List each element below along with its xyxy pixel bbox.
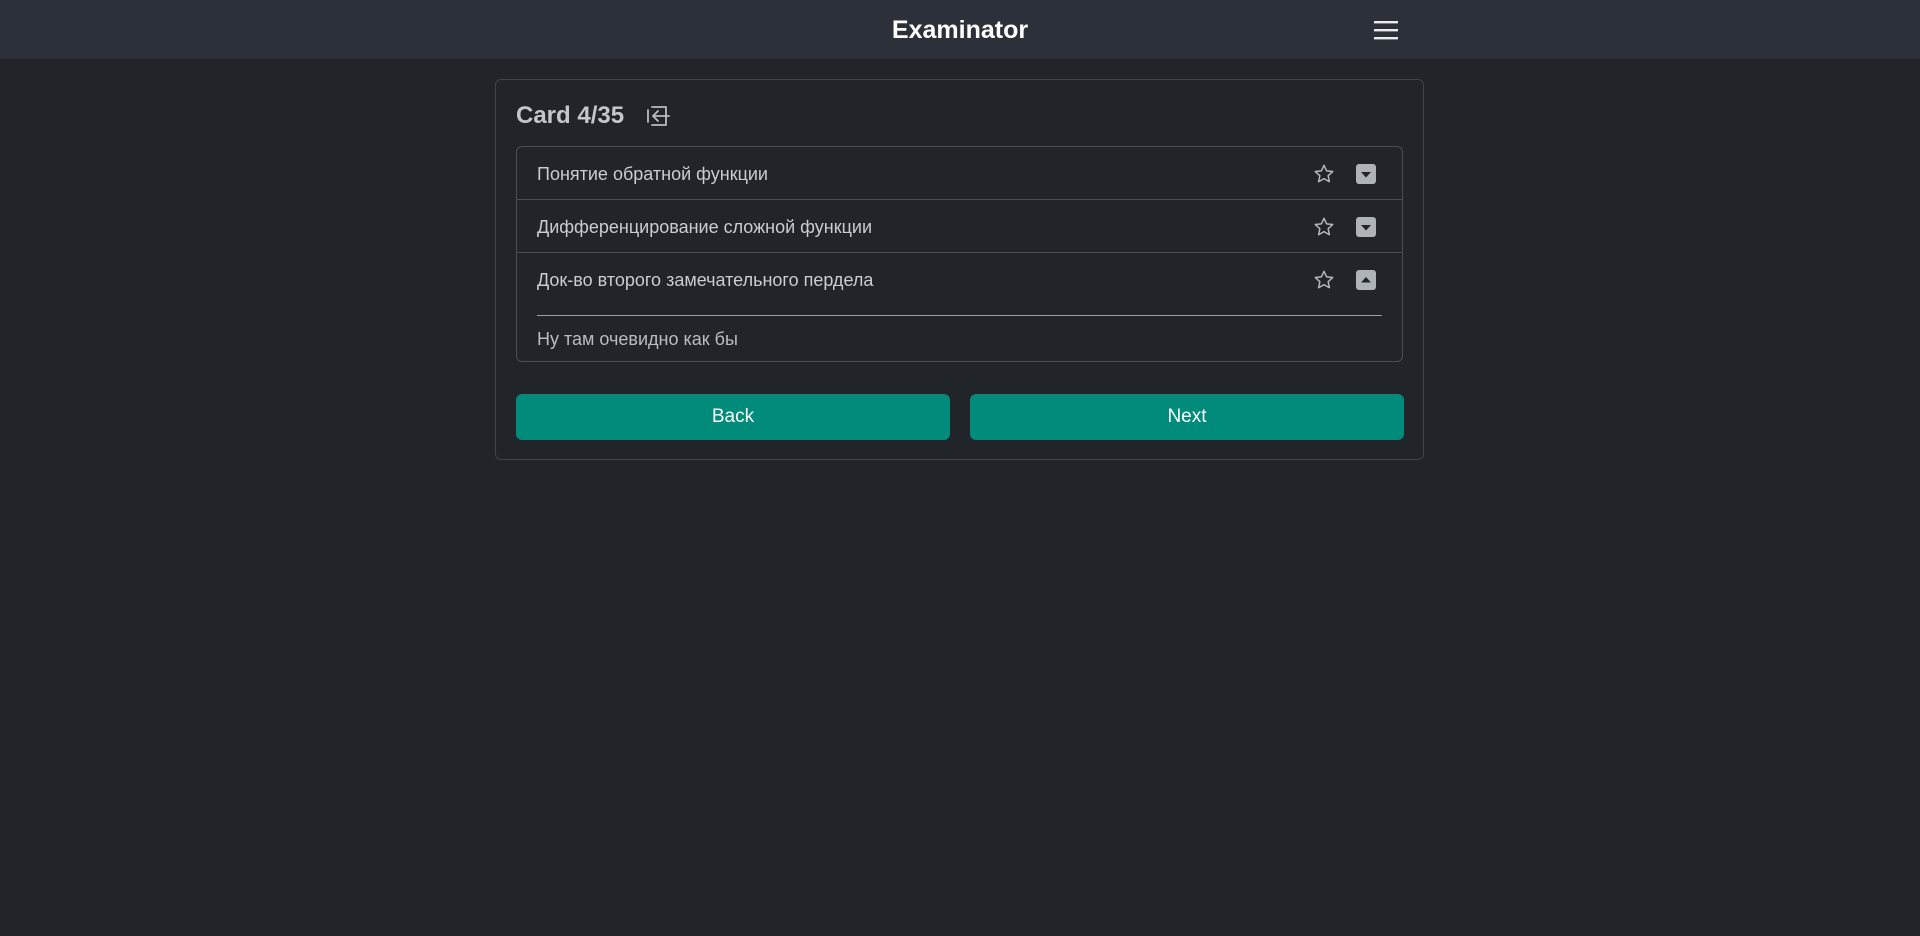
back-button[interactable]: Back	[516, 394, 950, 440]
star-icon[interactable]	[1313, 163, 1335, 185]
app-title[interactable]: Examinator	[0, 14, 1920, 46]
next-button[interactable]: Next	[970, 394, 1404, 440]
question-header[interactable]: Док-во второго замечательного пердела	[517, 253, 1402, 305]
card-header: Card 4/35	[516, 98, 672, 134]
question-item-expanded: Док-во второго замечательного пердела Ну…	[517, 253, 1402, 361]
question-title: Понятие обратной функции	[537, 164, 768, 184]
question-list: Понятие обратной функции Дифференцирован…	[516, 146, 1403, 362]
answer-panel: Ну там очевидно как бы	[517, 305, 1402, 361]
caret-down-icon[interactable]	[1356, 217, 1376, 237]
star-icon[interactable]	[1313, 269, 1335, 291]
hamburger-menu-icon	[1374, 21, 1398, 40]
question-header[interactable]: Дифференцирование сложной функции	[517, 200, 1402, 252]
question-title: Дифференцирование сложной функции	[537, 217, 873, 237]
caret-up-icon[interactable]	[1356, 270, 1376, 290]
menu-toggle-button[interactable]	[1373, 18, 1399, 42]
exit-button[interactable]	[642, 101, 672, 131]
card-counter: Card 4/35	[516, 102, 625, 129]
flashcard-panel: Card 4/35 Понятие обратной функции Диффе…	[495, 79, 1424, 460]
answer-divider	[537, 315, 1382, 316]
star-icon[interactable]	[1313, 216, 1335, 238]
question-item: Понятие обратной функции	[517, 147, 1402, 200]
question-title: Док-во второго замечательного пердела	[537, 270, 874, 290]
answer-text: Ну там очевидно как бы	[537, 329, 738, 349]
box-arrow-in-left-icon	[647, 106, 670, 126]
question-header[interactable]: Понятие обратной функции	[517, 147, 1402, 199]
question-item: Дифференцирование сложной функции	[517, 200, 1402, 253]
caret-down-icon[interactable]	[1356, 164, 1376, 184]
navbar: Examinator	[0, 0, 1920, 59]
